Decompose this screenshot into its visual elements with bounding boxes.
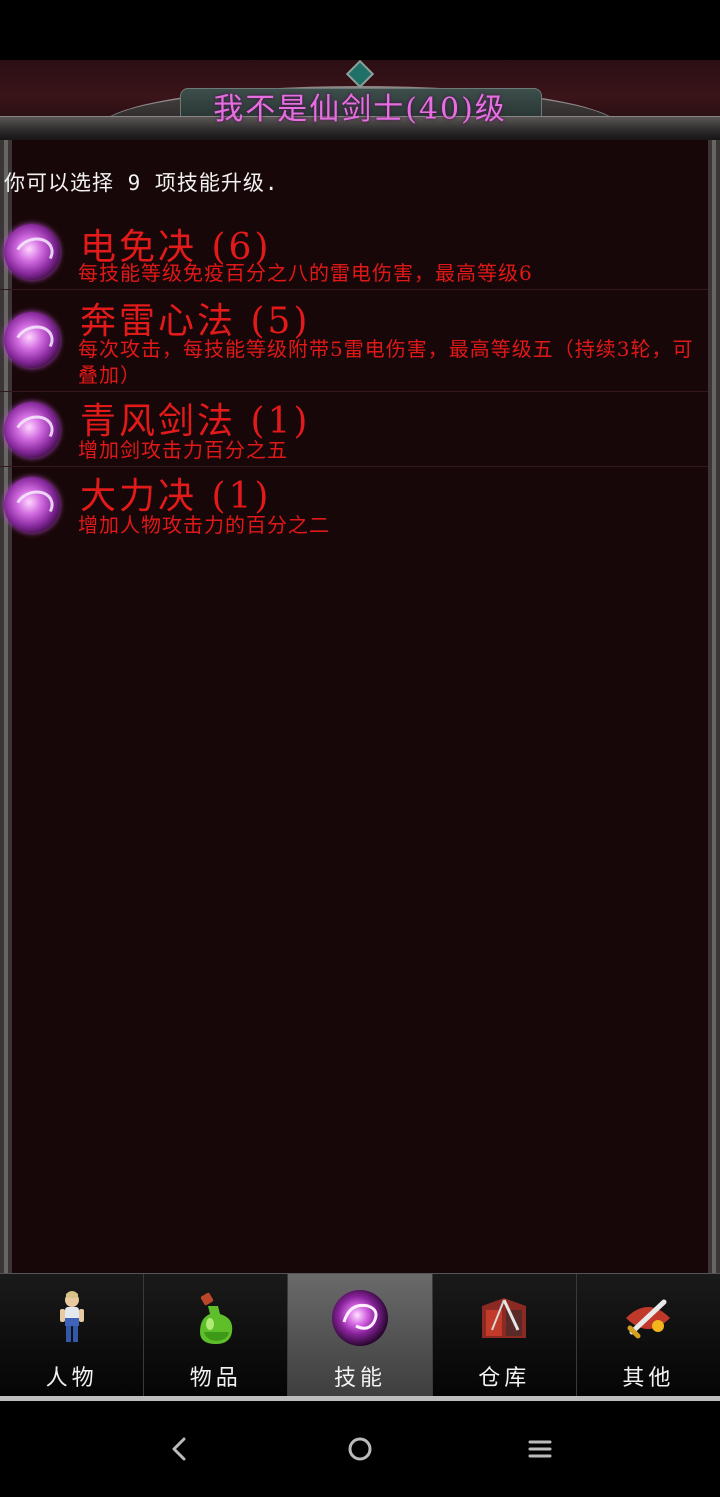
page-title: 我不是仙剑士(40)级 xyxy=(213,92,507,127)
potion-icon xyxy=(199,1292,233,1344)
skill-points-prompt: 你可以选择 9 项技能升级. xyxy=(4,171,279,195)
tab-label: 物品 xyxy=(189,1366,242,1391)
tab-other[interactable]: 其他 xyxy=(576,1274,720,1396)
skill-orb-icon xyxy=(4,312,60,368)
tab-label: 仓库 xyxy=(478,1366,531,1391)
skill-item-qingfengjianfa[interactable]: 青风剑法 (1) 增加剑攻击力百分之五 xyxy=(0,392,708,467)
skill-item-dianmianjue[interactable]: 电免决 (6) 每技能等级免疫百分之八的雷电伤害，最高等级6 xyxy=(0,216,708,290)
character-icon xyxy=(59,1291,84,1342)
tab-skills[interactable]: 技能 xyxy=(288,1274,433,1396)
skill-orb-icon xyxy=(4,477,60,533)
system-nav-bar xyxy=(0,1401,720,1497)
bottom-tab-bar: 人物 物品 技能 仓库 其他 xyxy=(0,1273,720,1397)
warehouse-icon xyxy=(482,1298,527,1338)
tab-label: 技能 xyxy=(334,1366,387,1391)
tab-label: 其他 xyxy=(622,1366,675,1391)
skill-orb-icon xyxy=(4,224,60,280)
skill-desc: 每次攻击，每技能等级附带5雷电伤害，最高等级五（持续3轮，可叠加） xyxy=(78,337,694,387)
tab-items[interactable]: 物品 xyxy=(144,1274,289,1396)
game-screen: 我不是仙剑士(40)级 你可以选择 9 项技能升级. 电免决 (6) 每技能等级… xyxy=(0,0,720,1497)
sword-icon xyxy=(626,1299,671,1339)
skill-item-benleixinfa[interactable]: 奔雷心法 (5) 每次攻击，每技能等级附带5雷电伤害，最高等级五（持续3轮，可叠… xyxy=(0,290,708,392)
menu-icon[interactable] xyxy=(520,1429,560,1469)
skill-list: 电免决 (6) 每技能等级免疫百分之八的雷电伤害，最高等级6 奔雷心法 (5) … xyxy=(0,216,708,543)
home-icon[interactable] xyxy=(340,1429,380,1469)
back-icon[interactable] xyxy=(160,1429,200,1469)
skill-desc: 每技能等级免疫百分之八的雷电伤害，最高等级6 xyxy=(78,261,533,285)
tab-warehouse[interactable]: 仓库 xyxy=(432,1274,577,1396)
tab-label: 人物 xyxy=(45,1366,98,1391)
skill-item-dalijue[interactable]: 大力决 (1) 增加人物攻击力的百分之二 xyxy=(0,467,708,543)
skill-orb-icon xyxy=(4,402,60,458)
skill-desc: 增加剑攻击力百分之五 xyxy=(78,438,288,462)
status-bar xyxy=(0,0,720,60)
skill-orb-icon xyxy=(332,1290,388,1346)
skill-desc: 增加人物攻击力的百分之二 xyxy=(78,513,330,537)
tab-character[interactable]: 人物 xyxy=(0,1274,145,1396)
